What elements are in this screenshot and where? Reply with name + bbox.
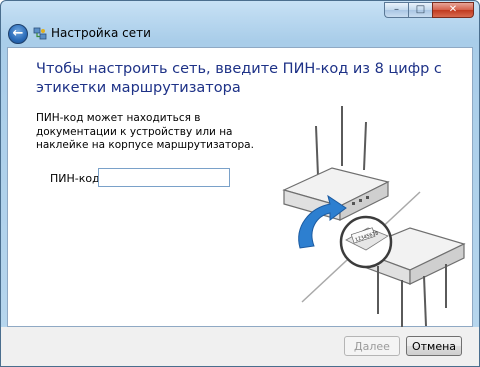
close-button[interactable]: ✕	[432, 2, 474, 18]
back-button[interactable]: ←	[8, 24, 28, 44]
button-bar: Далее Отмена	[1, 327, 479, 366]
maximize-button[interactable]: □	[408, 2, 432, 18]
cancel-button[interactable]: Отмена	[406, 336, 462, 356]
minimize-button[interactable]: –	[384, 2, 408, 18]
dialog-window: – □ ✕ ← Настройка сети Чтобы настроить с…	[0, 0, 480, 367]
router-pin-illustration: 12345678	[282, 106, 466, 334]
window-title: Настройка сети	[51, 26, 151, 40]
title-bar[interactable]: – □ ✕	[1, 1, 479, 21]
instruction-text: ПИН-код может находиться в документации …	[36, 112, 254, 151]
navigation-bar: ← Настройка сети	[1, 21, 479, 47]
next-button[interactable]: Далее	[344, 336, 400, 356]
page-heading: Чтобы настроить сеть, введите ПИН-код из…	[36, 61, 442, 96]
back-arrow-icon: ←	[12, 26, 24, 41]
content-area: Чтобы настроить сеть, введите ПИН-код из…	[7, 47, 473, 334]
network-icon	[33, 27, 47, 40]
caption-buttons: – □ ✕	[384, 2, 474, 18]
pin-input[interactable]	[98, 168, 230, 187]
pin-label: ПИН-код:	[50, 172, 104, 185]
